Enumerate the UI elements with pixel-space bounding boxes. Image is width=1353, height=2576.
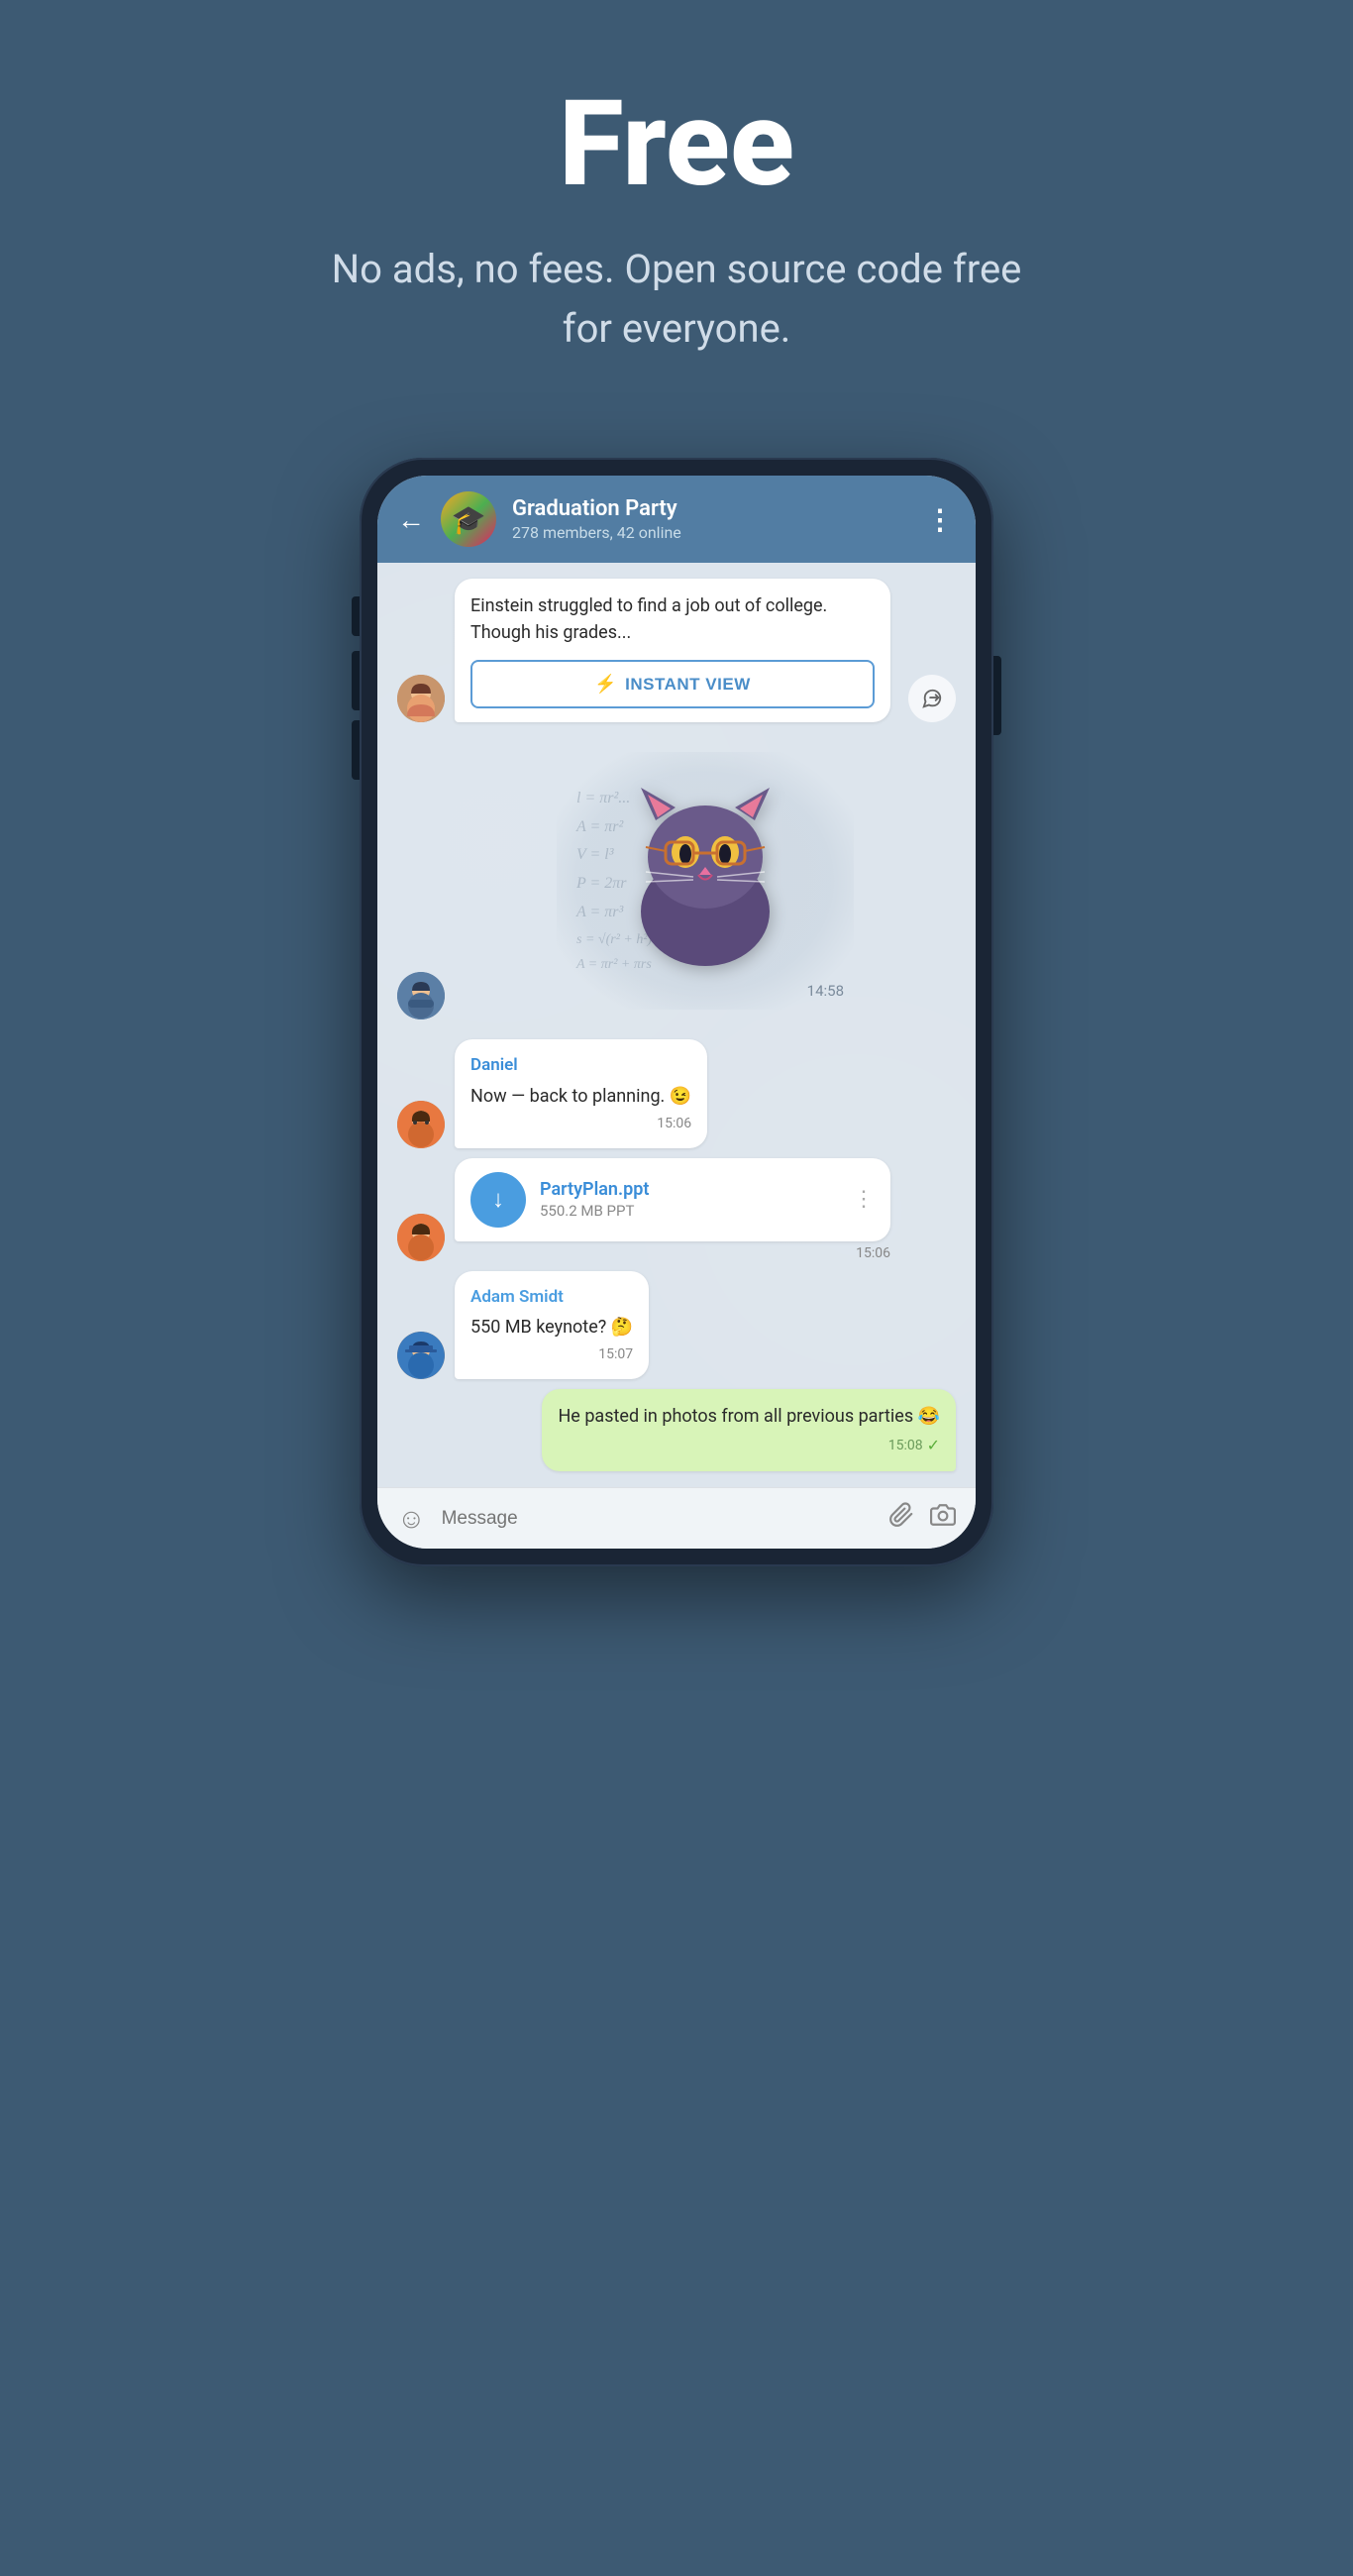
avatar-woman	[397, 675, 445, 722]
chat-header: ← 🎓 Graduation Party 278 members, 42 onl…	[377, 476, 976, 563]
avatar-woman-img	[397, 675, 445, 722]
file-menu-button[interactable]: ⋮	[853, 1187, 875, 1212]
adam-bubble-wrapper: Adam Smidt 550 MB keynote? 🤔 15:07	[455, 1271, 649, 1380]
file-download-button[interactable]: ↓	[470, 1172, 526, 1228]
avatar-man1	[397, 972, 445, 1020]
avatar-daniel-img	[397, 1101, 445, 1148]
file-name[interactable]: PartyPlan.ppt	[540, 1179, 839, 1200]
article-message: Einstein struggled to find a job out of …	[397, 579, 956, 722]
adam-sender: Adam Smidt	[470, 1285, 633, 1311]
daniel-text: Now — back to planning. 😉	[470, 1083, 691, 1110]
group-info: Graduation Party 278 members, 42 online	[512, 496, 910, 542]
header-menu-button[interactable]: ⋮	[926, 503, 956, 536]
article-text: Einstein struggled to find a job out of …	[470, 592, 875, 646]
avatar-file-img	[397, 1214, 445, 1261]
phone-screen: ← 🎓 Graduation Party 278 members, 42 onl…	[377, 476, 976, 1549]
daniel-sender: Daniel	[470, 1053, 691, 1079]
sticker-bubble: l = πr²... A = πr² V = l³ P = 2πr A = πr…	[455, 742, 956, 1020]
adam-text: 550 MB keynote? 🤔	[470, 1314, 633, 1341]
read-checkmark: ✓	[927, 1434, 940, 1457]
avatar-adam-img	[397, 1332, 445, 1379]
cat-sticker-svg	[606, 773, 804, 971]
file-size: 550.2 MB PPT	[540, 1202, 839, 1220]
adam-bubble: Adam Smidt 550 MB keynote? 🤔 15:07	[455, 1271, 649, 1380]
forward-icon	[921, 688, 943, 709]
adam-time: 15:07	[470, 1344, 633, 1365]
attach-button[interactable]	[888, 1502, 914, 1535]
group-meta: 278 members, 42 online	[512, 523, 910, 542]
own-time: 15:08 ✓	[558, 1434, 940, 1457]
daniel-bubble: Daniel Now — back to planning. 😉 15:06	[455, 1039, 707, 1148]
group-name[interactable]: Graduation Party	[512, 496, 910, 521]
sticker-message: l = πr²... A = πr² V = l³ P = 2πr A = πr…	[397, 732, 956, 1029]
own-text: He pasted in photos from all previous pa…	[558, 1403, 940, 1430]
camera-icon	[930, 1502, 956, 1528]
paperclip-icon	[888, 1502, 914, 1528]
file-time: 15:06	[455, 1245, 890, 1261]
message-input[interactable]	[442, 1508, 873, 1530]
forward-button[interactable]	[908, 675, 956, 722]
file-info: PartyPlan.ppt 550.2 MB PPT	[540, 1179, 839, 1220]
daniel-bubble-wrapper: Daniel Now — back to planning. 😉 15:06	[455, 1039, 707, 1148]
input-bar: ☺	[377, 1487, 976, 1549]
instant-view-button[interactable]: ⚡ INSTANT VIEW	[470, 660, 875, 708]
own-time-value: 15:08	[888, 1436, 923, 1456]
article-bubble: Einstein struggled to find a job out of …	[455, 579, 890, 722]
power-button	[352, 596, 360, 636]
avatar-file-sender	[397, 1214, 445, 1261]
bolt-icon: ⚡	[594, 674, 617, 695]
side-button-right	[993, 656, 1001, 735]
own-bubble: He pasted in photos from all previous pa…	[542, 1389, 956, 1471]
emoji-button[interactable]: ☺	[397, 1502, 426, 1535]
cat-sticker	[606, 773, 804, 989]
avatar-adam	[397, 1332, 445, 1379]
camera-button[interactable]	[930, 1502, 956, 1535]
own-message-row: He pasted in photos from all previous pa…	[397, 1389, 956, 1471]
daniel-message-row: Daniel Now — back to planning. 😉 15:06	[397, 1039, 956, 1148]
phone-wrapper: ← 🎓 Graduation Party 278 members, 42 onl…	[360, 458, 993, 1566]
daniel-time: 15:06	[470, 1114, 691, 1134]
avatar-daniel	[397, 1101, 445, 1148]
file-message-row: ↓ PartyPlan.ppt 550.2 MB PPT ⋮ 15:06	[397, 1158, 956, 1261]
file-bubble-wrapper: ↓ PartyPlan.ppt 550.2 MB PPT ⋮ 15:06	[455, 1158, 890, 1261]
back-button[interactable]: ←	[397, 503, 425, 536]
chat-area: Einstein struggled to find a job out of …	[377, 563, 976, 1487]
volume-down-button	[352, 720, 360, 780]
phone-outer: ← 🎓 Graduation Party 278 members, 42 onl…	[360, 458, 993, 1566]
hero-section: Free No ads, no fees. Open source code f…	[0, 0, 1353, 418]
adam-message-row: Adam Smidt 550 MB keynote? 🤔 15:07	[397, 1271, 956, 1380]
group-avatar: 🎓	[441, 491, 496, 547]
hero-title: Free	[559, 79, 794, 210]
file-bubble: ↓ PartyPlan.ppt 550.2 MB PPT ⋮	[455, 1158, 890, 1241]
sticker-background: l = πr²... A = πr² V = l³ P = 2πr A = πr…	[557, 752, 854, 1010]
sticker-timestamp: 14:58	[807, 982, 844, 1000]
avatar-man1-img	[397, 972, 445, 1020]
hero-subtitle: No ads, no fees. Open source code free f…	[330, 240, 1023, 359]
volume-up-button	[352, 651, 360, 710]
instant-view-label: INSTANT VIEW	[625, 675, 751, 695]
